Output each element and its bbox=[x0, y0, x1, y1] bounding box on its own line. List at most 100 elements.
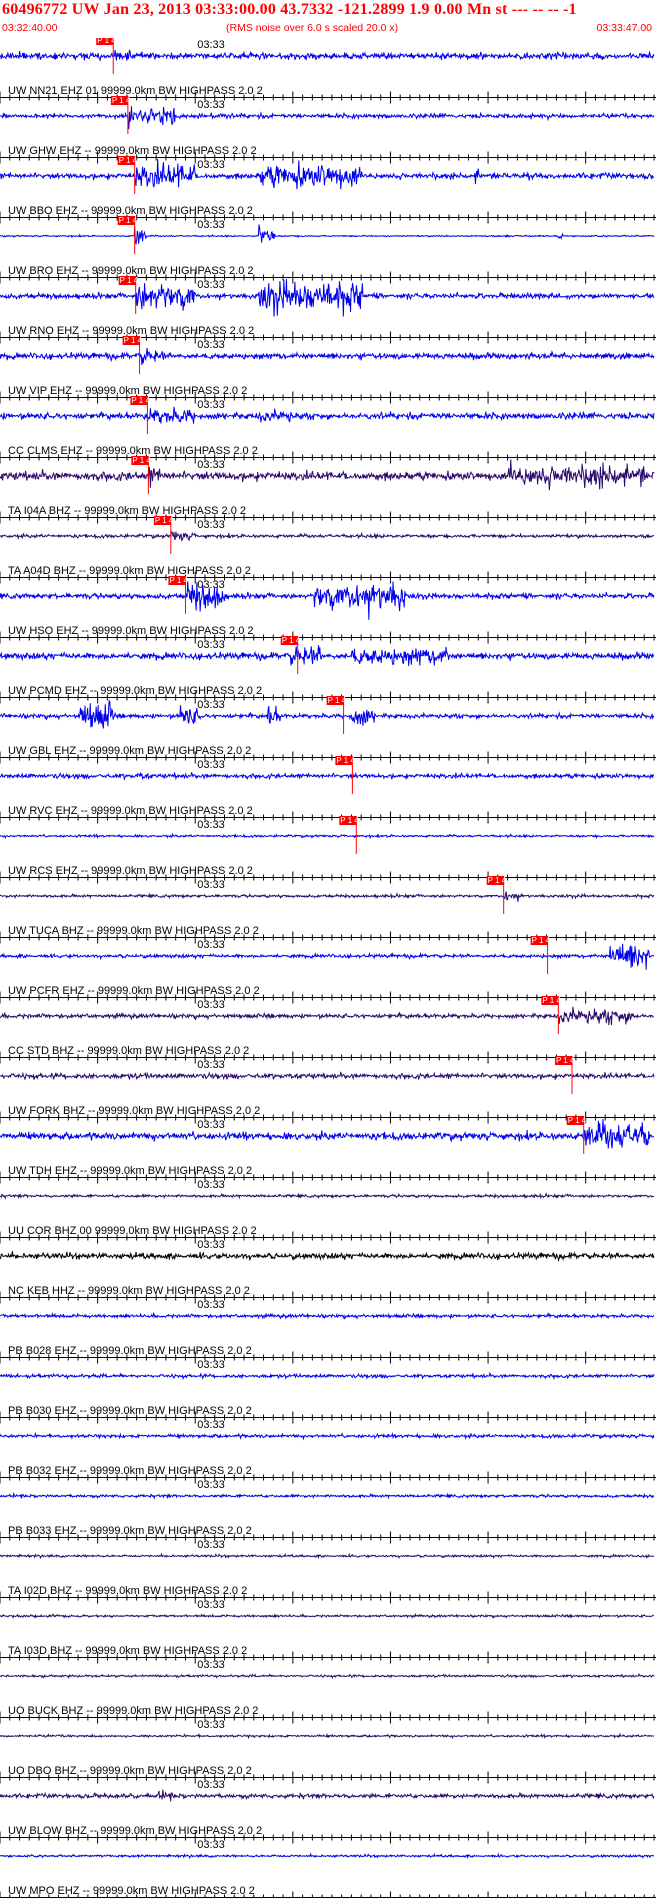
minute-marker-label: 03:33 bbox=[197, 1419, 225, 1431]
trace-row: 03:33 P 1 4 UW PCFR EHZ -- 99999.0km BW HI… bbox=[0, 936, 656, 1004]
waveform bbox=[0, 348, 655, 366]
trace-row: 03:33 P 1 4 UW HSO EHZ -- 99999.0km BW HIG… bbox=[0, 576, 656, 644]
trace-row: 03:33P 1 4UW VIP EHZ -- 99999.0km BW HIG… bbox=[0, 336, 656, 404]
minute-marker-label: 03:33 bbox=[197, 1239, 225, 1251]
waveform bbox=[0, 832, 655, 840]
waveform bbox=[0, 1612, 655, 1619]
start-time-label: 03:32:40.00 bbox=[2, 22, 58, 34]
station-label: UW MPO EHZ -- 99999.0km BW HIGHPASS 2.0 … bbox=[8, 1885, 255, 1897]
waveform bbox=[0, 406, 655, 424]
pick-label: P 1 4 bbox=[124, 336, 143, 345]
pick-label: P 1 4 bbox=[542, 996, 561, 1005]
pick-label: P 1 4 bbox=[119, 216, 138, 225]
waveform bbox=[0, 1673, 655, 1679]
trace-row: 03:33 P 1 4 UW RVC EHZ -- 99999.0km BW HIG… bbox=[0, 756, 656, 824]
minute-marker-label: 03:33 bbox=[197, 699, 225, 711]
pick-label: P 1 4 bbox=[556, 1056, 575, 1065]
waveform bbox=[0, 1311, 655, 1320]
waveform bbox=[0, 1192, 655, 1200]
trace-row: 03:33P 1 4TA A04D BHZ -- 99999.0km BW HI… bbox=[0, 516, 656, 584]
trace-row: 03:33P 1 4TA I04A BHZ -- 99999.0km BW HI… bbox=[0, 456, 656, 524]
waveform bbox=[0, 771, 655, 781]
pick-label: P 1 4 bbox=[132, 456, 151, 465]
station-label: UW PCMD EHZ -- 99999.0km BW HIGHPASS 2.0… bbox=[8, 685, 262, 697]
waveform bbox=[0, 1852, 655, 1860]
trace-row: 03:33P 1 4UW NN21 EHZ 01 99999.0km BW HI… bbox=[0, 38, 656, 104]
pick-label: P 1 4 bbox=[336, 756, 355, 765]
station-label: UO DBO BHZ -- 99999.0km BW HIGHPASS 2.0 … bbox=[8, 1765, 252, 1777]
pick-label: P 1 4 bbox=[155, 516, 174, 525]
station-label: UW TUCA BHZ -- 99999.0km BW HIGHPASS 2.0… bbox=[8, 925, 259, 937]
waveform bbox=[0, 49, 655, 62]
event-title: 60496772 UW Jan 23, 2013 03:33:00.00 43.… bbox=[2, 1, 577, 18]
waveform bbox=[0, 158, 655, 190]
pick-label: P 1 4 bbox=[169, 576, 188, 585]
pick-label: P 1 4 bbox=[340, 816, 359, 825]
waveform bbox=[0, 1371, 655, 1381]
minute-marker-label: 03:33 bbox=[197, 339, 225, 351]
plot-header: 60496772 UW Jan 23, 2013 03:33:00.00 43.… bbox=[0, 0, 656, 38]
station-label: PB B028 EHZ -- 99999.0km BW HIGHPASS 2.0… bbox=[8, 1345, 252, 1357]
trace-row: 03:33 UW MPO EHZ -- 99999.0km BW HIGHPASS… bbox=[0, 1839, 656, 1898]
station-label: PB B033 EHZ -- 99999.0km BW HIGHPASS 2.0… bbox=[8, 1525, 252, 1537]
station-label: TA I04A BHZ -- 99999.0km BW HIGHPASS 2.0… bbox=[8, 505, 246, 517]
station-label: NC KEB HHZ -- 99999.0km BW HIGHPASS 2.0 … bbox=[8, 1285, 250, 1297]
waveform bbox=[0, 224, 655, 246]
waveform bbox=[0, 106, 655, 130]
pick-label: P 1 4 bbox=[112, 96, 131, 105]
trace-row: 03:33 P 1 4 UW TDH EHZ -- 99999.0km BW HIG… bbox=[0, 1116, 656, 1184]
pick-label: P 1 4 bbox=[282, 636, 301, 645]
trace-row: 03:33 P 1 4 UW PCMD EHZ -- 99999.0km BW HI… bbox=[0, 636, 656, 704]
trace-row: 03:33 PB B033 EHZ -- 99999.0km BW HIGHPAS… bbox=[0, 1479, 656, 1544]
trace-row: 03:33P 1 4UW BBO EHZ -- 99999.0km BW HIG… bbox=[0, 156, 656, 224]
station-label: UW RVC EHZ -- 99999.0km BW HIGHPASS 2.0 … bbox=[8, 805, 253, 817]
pick-label: P 1 4 bbox=[532, 936, 551, 945]
trace-row: 03:33 PB B028 EHZ -- 99999.0km BW HIGHPAS… bbox=[0, 1299, 656, 1364]
waveform bbox=[0, 1251, 655, 1263]
minute-marker-label: 03:33 bbox=[197, 279, 225, 291]
trace-row: 03:33P 1 4CC CLMS EHZ -- 99999.0km BW HI… bbox=[0, 396, 656, 464]
station-label: UO BUCK BHZ -- 99999.0km BW HIGHPASS 2.0… bbox=[8, 1705, 258, 1717]
station-label: UW NN21 EHZ 01 99999.0km BW HIGHPASS 2.0… bbox=[8, 85, 263, 97]
station-label: UW HSO EHZ -- 99999.0km BW HIGHPASS 2.0 … bbox=[8, 625, 254, 637]
station-label: UW PCFR EHZ -- 99999.0km BW HIGHPASS 2.0… bbox=[8, 985, 260, 997]
waveform bbox=[0, 278, 655, 317]
minute-marker-label: 03:33 bbox=[197, 1779, 225, 1791]
minute-marker-label: 03:33 bbox=[197, 1599, 225, 1611]
station-label: PB B032 EHZ -- 99999.0km BW HIGHPASS 2.0… bbox=[8, 1465, 252, 1477]
waveform bbox=[0, 1071, 655, 1081]
minute-marker-label: 03:33 bbox=[197, 1179, 225, 1191]
minute-marker-label: 03:33 bbox=[197, 639, 225, 651]
trace-row: 03:33P 1 4UW GHW EHZ -- 99999.0km BW HIG… bbox=[0, 96, 656, 164]
trace-row: 03:33 P 1 4 UW FORK BHZ -- 99999.0km BW HI… bbox=[0, 1056, 656, 1124]
station-label: CC STD BHZ -- 99999.0km BW HIGHPASS 2.0 … bbox=[8, 1045, 249, 1057]
minute-marker-label: 03:33 bbox=[197, 939, 225, 951]
minute-marker-label: 03:33 bbox=[197, 579, 225, 591]
trace-row: 03:33 PB B030 EHZ -- 99999.0km BW HIGHPAS… bbox=[0, 1359, 656, 1424]
minute-marker-label: 03:33 bbox=[197, 1059, 225, 1071]
waveform bbox=[0, 891, 655, 902]
noise-scaling-note: (RMS noise over 6.0 s scaled 20.0 x) bbox=[226, 22, 399, 34]
pick-label: P 1 4 bbox=[119, 156, 138, 165]
waveform bbox=[0, 1431, 655, 1441]
minute-marker-label: 03:33 bbox=[197, 99, 225, 111]
minute-marker-label: 03:33 bbox=[197, 1539, 225, 1551]
trace-row: 03:33 P 1 4 UW RCS EHZ -- 99999.0km BW HIG… bbox=[0, 816, 656, 884]
trace-row: 03:33 UO DBO BHZ -- 99999.0km BW HIGHPASS… bbox=[0, 1719, 656, 1784]
waveform bbox=[0, 699, 655, 729]
trace-row: 03:33 NC KEB HHZ -- 99999.0km BW HIGHPASS… bbox=[0, 1239, 656, 1304]
minute-marker-label: 03:33 bbox=[197, 879, 225, 891]
minute-marker-label: 03:33 bbox=[197, 1299, 225, 1311]
minute-marker-label: 03:33 bbox=[197, 1839, 225, 1851]
waveform bbox=[0, 1552, 655, 1560]
station-label: UW RCS EHZ -- 99999.0km BW HIGHPASS 2.0 … bbox=[8, 865, 253, 877]
seismogram-plot: 03:33P 1 4UW NN21 EHZ 01 99999.0km BW HI… bbox=[0, 38, 656, 1898]
station-label: TA I02D BHZ -- 99999.0km BW HIGHPASS 2.0… bbox=[8, 1585, 247, 1597]
end-time-label: 03:33:47.00 bbox=[596, 22, 652, 34]
waveform bbox=[0, 1732, 655, 1740]
minute-marker-label: 03:33 bbox=[197, 1359, 225, 1371]
station-label: UW GBL EHZ -- 99999.0km BW HIGHPASS 2.0 … bbox=[8, 745, 251, 757]
trace-row: 03:33P 1 4UW RNO EHZ -- 99999.0km BW HIG… bbox=[0, 276, 656, 344]
pick-label: P 1 4 bbox=[488, 876, 507, 885]
trace-row: 03:33 TA I03D BHZ -- 99999.0km BW HIGHPAS… bbox=[0, 1599, 656, 1664]
